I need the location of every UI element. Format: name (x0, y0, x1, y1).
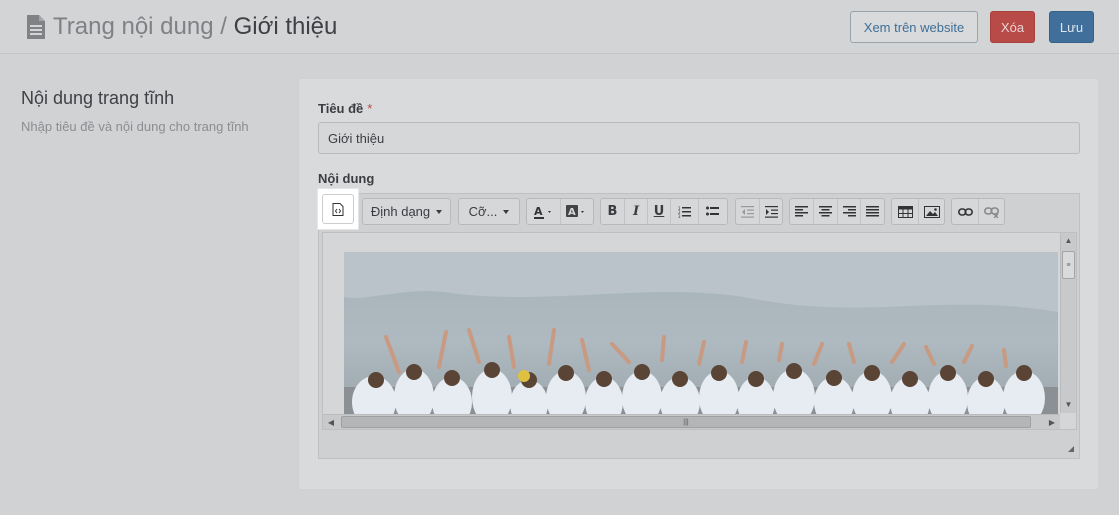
underline-button[interactable]: U (647, 199, 670, 224)
outdent-button[interactable] (736, 199, 759, 224)
scroll-right-arrow-icon[interactable]: ▶ (1044, 415, 1060, 429)
align-center-icon (819, 206, 833, 217)
background-color-icon: A (566, 204, 584, 218)
content-form-card: Tiêu đề* Nội dung Định dạng Cỡ... (298, 78, 1099, 490)
editor-content-area[interactable]: ▲ ≡ ▼ ◀ ||| ▶ (322, 232, 1077, 430)
breadcrumb-section[interactable]: Trang nội dung (53, 13, 214, 41)
link-icon (957, 207, 973, 216)
delete-button[interactable]: Xóa (990, 11, 1035, 43)
align-center-button[interactable] (813, 199, 837, 224)
format-dropdown[interactable]: Định dạng (363, 199, 450, 224)
font-color-icon: A (533, 205, 551, 219)
vertical-scroll-thumb[interactable]: ≡ (1062, 251, 1075, 279)
insert-image-button[interactable] (918, 199, 944, 224)
horizontal-scroll-thumb[interactable]: ||| (341, 416, 1031, 428)
italic-button[interactable]: I (624, 199, 647, 224)
unlink-button[interactable] (978, 199, 1004, 224)
table-icon (897, 205, 913, 218)
align-left-icon (795, 206, 809, 217)
align-left-button[interactable] (790, 199, 813, 224)
svg-text:A: A (568, 207, 576, 218)
content-label: Nội dung (318, 171, 375, 186)
rich-text-editor: Định dạng Cỡ... A A B I U 123 ▲ ≡ ▼ ◀ ||… (317, 188, 1080, 459)
view-on-website-button[interactable]: Xem trên website (850, 11, 978, 43)
page-title: Trang nội dung / Giới thiệu (26, 12, 337, 42)
insert-link-button[interactable] (952, 199, 978, 224)
save-button[interactable]: Lưu (1049, 11, 1094, 43)
indent-icon (764, 205, 778, 218)
align-right-icon (842, 206, 856, 217)
title-input[interactable] (318, 122, 1080, 154)
underline-icon: U (653, 204, 665, 219)
file-text-icon (27, 15, 45, 39)
svg-text:A: A (534, 205, 543, 218)
font-size-dropdown-label: Cỡ... (468, 204, 498, 219)
section-description: Nhập tiêu đề và nội dung cho trang tĩnh (21, 119, 249, 134)
justify-icon (866, 206, 880, 217)
unordered-list-icon (706, 206, 719, 215)
unordered-list-button[interactable] (698, 199, 726, 224)
bold-button[interactable]: B (601, 199, 624, 224)
unlink-icon (984, 206, 999, 218)
editor-toolbar: Định dạng Cỡ... A A B I U 123 (317, 188, 1079, 230)
group-photo-image (344, 252, 1058, 416)
breadcrumb-separator: / (213, 13, 234, 40)
section-title: Nội dung trang tĩnh (21, 88, 175, 108)
italic-icon: I (632, 204, 640, 219)
format-dropdown-label: Định dạng (370, 204, 431, 219)
outdent-icon (741, 205, 754, 218)
vertical-scrollbar[interactable]: ▲ ≡ ▼ (1060, 233, 1076, 413)
font-size-dropdown[interactable]: Cỡ... (459, 199, 519, 224)
breadcrumb-current: Giới thiệu (233, 13, 338, 40)
ordered-list-button[interactable]: 123 (670, 199, 698, 224)
indent-button[interactable] (759, 199, 782, 224)
scroll-down-arrow-icon[interactable]: ▼ (1061, 397, 1076, 412)
insert-table-button[interactable] (892, 199, 918, 224)
code-view-icon (332, 202, 344, 216)
group-photo-illustration (344, 252, 1058, 416)
chevron-down-icon (436, 209, 443, 214)
scroll-left-arrow-icon[interactable]: ◀ (323, 415, 339, 429)
ordered-list-icon: 123 (678, 206, 691, 218)
scroll-up-arrow-icon[interactable]: ▲ (1061, 233, 1076, 248)
chevron-down-icon (503, 209, 510, 214)
source-code-button[interactable] (317, 188, 359, 230)
bold-icon: B (607, 204, 618, 219)
font-color-button[interactable]: A (527, 199, 560, 224)
image-icon (923, 205, 940, 218)
title-label-text: Tiêu đề (318, 101, 364, 116)
justify-button[interactable] (860, 199, 884, 224)
resize-handle-icon[interactable] (1068, 446, 1074, 452)
top-bar: Trang nội dung / Giới thiệu Xem trên web… (0, 0, 1119, 54)
background-color-button[interactable]: A (560, 199, 593, 224)
required-mark: * (367, 101, 373, 116)
horizontal-scrollbar[interactable]: ◀ ||| ▶ (323, 414, 1060, 429)
align-right-button[interactable] (836, 199, 861, 224)
svg-text:3: 3 (678, 214, 681, 218)
title-label: Tiêu đề * (318, 101, 372, 116)
